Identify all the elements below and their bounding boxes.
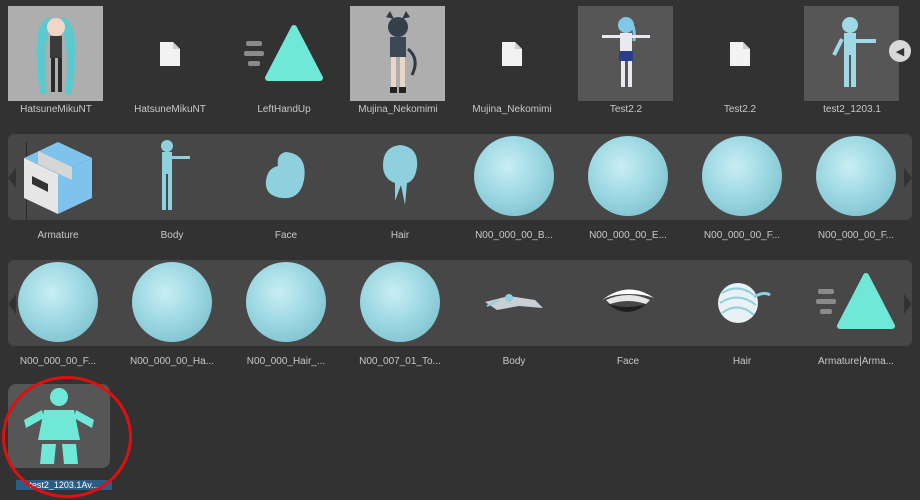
asset-label: Hair: [732, 356, 752, 367]
model-prefab-icon: [578, 6, 673, 101]
asset-label-selected: test2_1203.1Av...: [16, 480, 112, 490]
asset-label: N00_007_01_To...: [359, 356, 441, 367]
material-sphere-icon: [808, 134, 903, 218]
asset-label: Mujina_Nekomimi: [358, 104, 438, 115]
animation-clip-icon: [808, 260, 903, 344]
asset-label: N00_000_00_E...: [589, 230, 667, 241]
prefab-box-icon: [10, 134, 105, 218]
asset-label: HatsuneMikuNT: [20, 104, 92, 115]
asset-label: N00_000_00_B...: [475, 230, 553, 241]
asset-grid: HatsuneMikuNT HatsuneMikuNT LeftHandUp M…: [0, 0, 920, 500]
asset-label: HatsuneMikuNT: [134, 104, 206, 115]
file-icon: [692, 6, 787, 101]
asset-label: N00_000_00_F...: [19, 356, 97, 367]
file-icon: [122, 6, 217, 101]
asset-label: N00_000_Hair_...: [246, 356, 326, 367]
file-icon: [464, 6, 559, 101]
material-sphere-icon: [694, 134, 789, 218]
asset-label: Armature|Arma...: [818, 356, 894, 367]
model-prefab-icon: [350, 6, 445, 101]
model-prefab-icon: [8, 6, 103, 101]
asset-label: LeftHandUp: [257, 104, 311, 115]
material-sphere-icon: [352, 260, 447, 344]
animation-clip-icon: [236, 6, 331, 101]
asset-label: N00_000_00_Ha...: [130, 356, 214, 367]
material-sphere-icon: [466, 134, 561, 218]
mesh-face-icon: [238, 134, 333, 218]
mesh-face-icon: [580, 260, 675, 344]
material-sphere-icon: [10, 260, 105, 344]
asset-label: Mujina_Nekomimi: [472, 104, 552, 115]
mesh-hair-icon: [352, 134, 447, 218]
asset-label: Test2.2: [723, 104, 757, 115]
asset-label: Face: [616, 356, 640, 367]
mesh-body-icon: [124, 134, 219, 218]
collapse-arrow-button[interactable]: ◀: [889, 40, 911, 62]
material-sphere-icon: [580, 134, 675, 218]
asset-label: N00_000_00_F...: [817, 230, 895, 241]
asset-label: Armature: [37, 230, 79, 241]
material-sphere-icon: [124, 260, 219, 344]
asset-label: Face: [274, 230, 298, 241]
mesh-body-icon: [466, 260, 561, 344]
material-sphere-icon: [238, 260, 333, 344]
asset-label: Body: [160, 230, 184, 241]
model-prefab-icon: [804, 6, 899, 101]
asset-label: test2_1203.1: [823, 104, 881, 115]
asset-label: Test2.2: [609, 104, 643, 115]
asset-label: N00_000_00_F...: [703, 230, 781, 241]
asset-label: Hair: [390, 230, 410, 241]
avatar-icon: [8, 384, 110, 468]
chevron-left-icon: ◀: [895, 45, 905, 58]
mesh-hair-icon: [694, 260, 789, 344]
asset-label: Body: [502, 356, 526, 367]
